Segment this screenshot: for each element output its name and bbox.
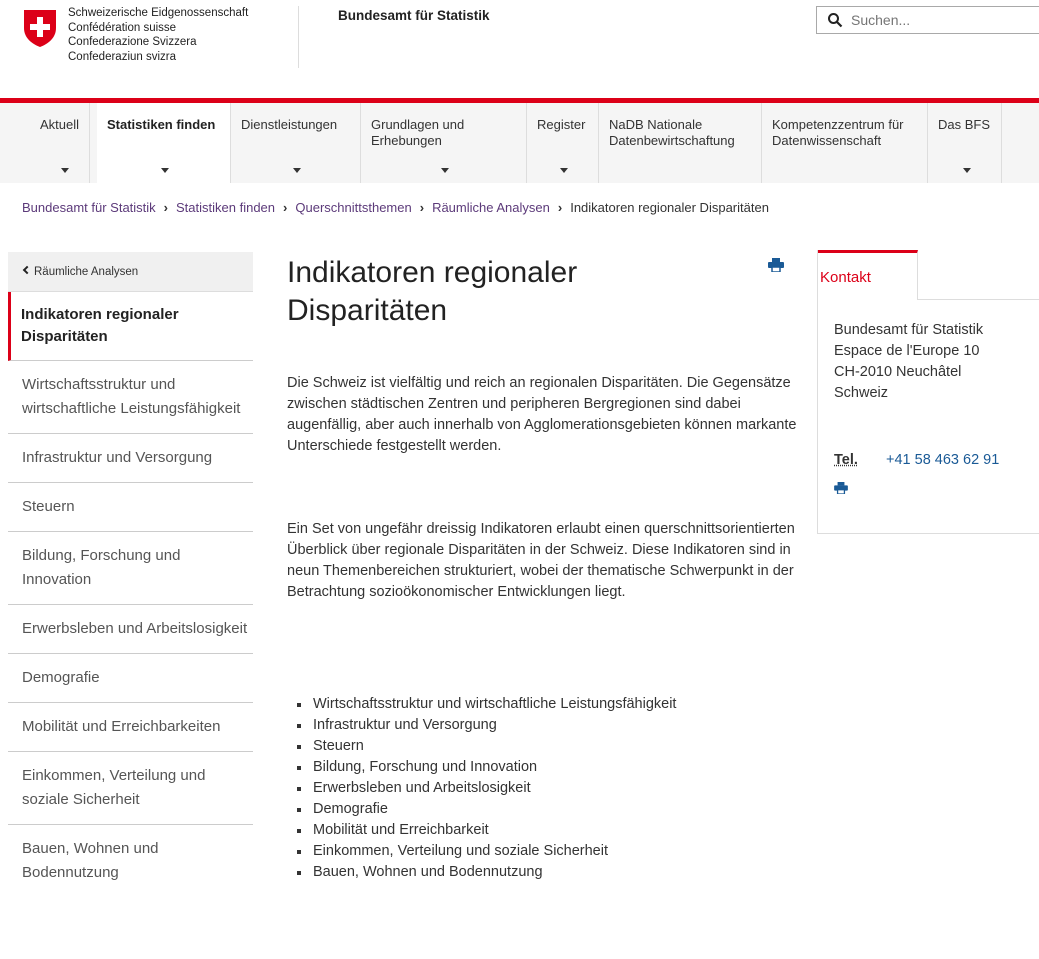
address-line: Espace de l'Europe 10: [834, 343, 980, 359]
list-item: Steuern: [295, 736, 676, 757]
list-item: Bauen, Wohnen und Bodennutzung: [295, 862, 676, 883]
tel-number-link[interactable]: +41 58 463 62 91: [886, 452, 999, 468]
breadcrumb-link-bfs[interactable]: Bundesamt für Statistik: [22, 200, 156, 215]
sidebar-item-einkommen[interactable]: Einkommen, Verteilung und soziale Sicher…: [8, 752, 253, 825]
nav-item-label: Das BFS: [938, 117, 991, 132]
nav-item-dienstleistungen[interactable]: Dienstleistungen: [231, 103, 361, 183]
tel-label: Tel.: [834, 452, 858, 468]
sidebar-navigation: Räumliche Analysen Indikatoren regionale…: [8, 252, 253, 897]
sidebar-item-active[interactable]: Indikatoren regionaler Disparitäten: [8, 292, 253, 361]
chevron-right-icon: ›: [557, 200, 563, 215]
nav-item-kompetenzzentrum[interactable]: Kompetenzzentrum für Datenwissenschaft: [762, 103, 928, 183]
list-item: Erwerbsleben und Arbeitslosigkeit: [295, 778, 676, 799]
nav-item-label: Grundlagen und Erhebungen: [371, 117, 465, 148]
chevron-down-icon: [293, 168, 301, 173]
tab-kontakt[interactable]: Kontakt: [818, 250, 918, 300]
contact-box: Kontakt Bundesamt für Statistik Espace d…: [817, 250, 1039, 534]
list-item: Mobilität und Erreichbarkeit: [295, 820, 676, 841]
chevron-down-icon: [560, 168, 568, 173]
breadcrumb: Bundesamt für Statistik › Statistiken find…: [22, 200, 769, 215]
chevron-down-icon: [161, 168, 169, 173]
description-paragraph: Ein Set von ungefähr dreissig Indikatore…: [287, 521, 795, 600]
sidebar-item-bauen[interactable]: Bauen, Wohnen und Bodennutzung: [8, 825, 253, 897]
breadcrumb-current: Indikatoren regionaler Disparitäten: [570, 200, 769, 215]
nav-item-grundlagen[interactable]: Grundlagen und Erhebungen: [361, 103, 527, 183]
tab-divider: [918, 299, 1039, 300]
address-line: CH-2010 Neuchâtel: [834, 364, 962, 380]
main-navigation: Aktuell Statistiken finden Dienstleistun…: [0, 98, 1039, 183]
sidebar-item-demografie[interactable]: Demografie: [8, 654, 253, 703]
sidebar-item-mobilitaet[interactable]: Mobilität und Erreichbarkeiten: [8, 703, 253, 752]
chevron-down-icon: [61, 168, 69, 173]
address-line: Bundesamt für Statistik: [834, 322, 984, 338]
chevron-down-icon: [441, 168, 449, 173]
nav-item-label: Aktuell: [40, 117, 80, 132]
printer-icon[interactable]: [768, 258, 784, 272]
sidebar-back-link[interactable]: Räumliche Analysen: [8, 252, 253, 292]
sidebar-item-bildung[interactable]: Bildung, Forschung und Innovation: [8, 532, 253, 605]
gov-name-rm: Confederaziun svizra: [68, 50, 177, 63]
chevron-down-icon: [963, 168, 971, 173]
nav-item-label: NaDB Nationale Datenbewirtschaftung: [609, 117, 735, 148]
list-item: Einkommen, Verteilung und soziale Sicher…: [295, 841, 676, 862]
search-input[interactable]: [851, 12, 1031, 28]
nav-item-aktuell[interactable]: Aktuell: [20, 103, 90, 183]
list-item: Wirtschaftsstruktur und wirtschaftliche …: [295, 694, 676, 715]
breadcrumb-link-raeumliche-analysen[interactable]: Räumliche Analysen: [432, 200, 550, 215]
nav-item-nadb[interactable]: NaDB Nationale Datenbewirtschaftung: [599, 103, 762, 183]
search-box[interactable]: [816, 6, 1039, 34]
breadcrumb-link-statistiken[interactable]: Statistiken finden: [176, 200, 275, 215]
sidebar-item-infrastruktur[interactable]: Infrastruktur und Versorgung: [8, 434, 253, 483]
nav-item-label: Kompetenzzentrum für Datenwissenschaft: [772, 117, 904, 148]
gov-name-fr: Confédération suisse: [68, 21, 177, 34]
sidebar-item-erwerbsleben[interactable]: Erwerbsleben und Arbeitslosigkeit: [8, 605, 253, 654]
page-title: Indikatoren regionaler Disparitäten: [287, 256, 578, 327]
list-item: Demografie: [295, 799, 676, 820]
agency-name[interactable]: Bundesamt für Statistik: [338, 8, 490, 23]
printer-icon[interactable]: [834, 482, 848, 494]
chevron-right-icon: ›: [419, 200, 425, 215]
search-icon[interactable]: [827, 12, 843, 28]
breadcrumb-link-querschnittsthemen[interactable]: Querschnittsthemen: [295, 200, 411, 215]
gov-name-it: Confederazione Svizzera: [68, 36, 197, 48]
main-content: Indikatoren regionaler Disparitäten: [287, 254, 807, 330]
intro-paragraph: Die Schweiz ist vielfältig und reich an …: [287, 375, 797, 454]
nav-item-das-bfs[interactable]: Das BFS: [928, 103, 1002, 183]
chevron-left-icon: [22, 265, 32, 275]
site-header: Schweizerische Eidgenossenschaft Confédé…: [0, 0, 1039, 100]
sidebar-item-steuern[interactable]: Steuern: [8, 483, 253, 532]
list-item: Bildung, Forschung und Innovation: [295, 757, 676, 778]
nav-item-label: Dienstleistungen: [241, 117, 338, 132]
sidebar-item-wirtschaftsstruktur[interactable]: Wirtschaftsstruktur und wirtschaftliche …: [8, 361, 253, 434]
address-line: Schweiz: [834, 385, 888, 401]
nav-item-label: Statistiken finden: [107, 117, 216, 132]
list-item: Infrastruktur und Versorgung: [295, 715, 676, 736]
sidebar-back-label: Räumliche Analysen: [34, 265, 139, 278]
government-names[interactable]: Schweizerische Eidgenossenschaft Confédé…: [68, 6, 248, 64]
nav-item-label: Register: [537, 117, 586, 132]
contact-address: Bundesamt für Statistik Espace de l'Euro…: [834, 320, 983, 404]
topic-list: Wirtschaftsstruktur und wirtschaftliche …: [295, 694, 676, 883]
nav-item-statistiken-finden[interactable]: Statistiken finden: [97, 103, 231, 183]
header-divider: [298, 6, 299, 68]
chevron-right-icon: ›: [163, 200, 169, 215]
nav-item-register[interactable]: Register: [527, 103, 599, 183]
swiss-coat-of-arms-icon[interactable]: [22, 8, 58, 48]
chevron-right-icon: ›: [283, 200, 288, 215]
gov-name-de: Schweizerische Eidgenossenschaft: [68, 7, 249, 19]
